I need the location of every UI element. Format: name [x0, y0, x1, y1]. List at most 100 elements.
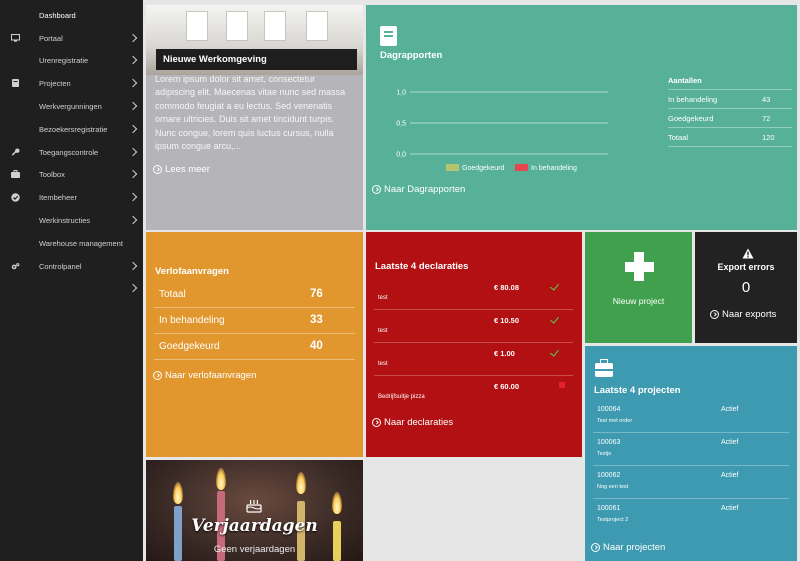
export-count: 0	[741, 279, 751, 296]
sidebar-item-label: Toegangscontrole	[39, 147, 99, 157]
sidebar-item-label: Portaal	[39, 33, 63, 43]
projects-link[interactable]: Naar projecten	[591, 542, 665, 553]
arrow-circle-icon	[153, 371, 162, 380]
sidebar-item-controlpanel[interactable]: Controlpanel	[0, 255, 143, 277]
chevron-right-icon	[128, 147, 138, 157]
news-title: Nieuwe Werkomgeving	[156, 49, 357, 70]
aantallen-value: 120	[762, 132, 775, 142]
project-row[interactable]: 100063 Actief Testje	[593, 433, 789, 466]
dagrapporten-link[interactable]: Naar Dagrapporten	[372, 184, 465, 195]
chevron-right-icon	[128, 169, 138, 179]
sidebar-item-projecten[interactable]: Projecten	[0, 72, 143, 94]
sidebar-item-bezoekersregistratie[interactable]: Bezoekersregistratie	[0, 118, 143, 140]
book-icon	[11, 79, 20, 88]
verlof-value: 40	[310, 340, 323, 352]
read-more-label: Lees meer	[165, 164, 210, 175]
legend-swatch	[515, 164, 528, 171]
export-tile: Export errors 0 Naar exports	[695, 232, 797, 343]
declaratie-amount: € 80.08	[494, 283, 520, 292]
projects-link-label: Naar projecten	[603, 542, 666, 553]
new-project-button[interactable]: Nieuw project	[585, 232, 692, 343]
arrow-circle-icon	[591, 543, 600, 552]
cake-icon	[246, 500, 262, 513]
declaratie-row[interactable]: € 10.50 test	[374, 310, 573, 343]
sidebar-item-werkinstructies[interactable]: Werkinstructies	[0, 209, 143, 231]
verlof-label: In behandeling	[159, 315, 225, 326]
declaratie-amount: € 60.00	[494, 382, 520, 391]
sidebar-item-werkvergunningen[interactable]: Werkvergunningen	[0, 95, 143, 117]
declaratie-row[interactable]: € 1.00 test	[374, 343, 573, 376]
declaratie-row[interactable]: € 60.00 Bedrijfsuitje pizza	[374, 376, 573, 409]
arrow-circle-icon	[372, 185, 381, 194]
new-project-label: Nieuw project	[612, 296, 665, 306]
chart-grid: 1,0 0,5 0,0	[396, 90, 608, 159]
sidebar-item-label: Itembeheer	[39, 192, 77, 202]
declaratie-row[interactable]: € 80.08 test	[374, 277, 573, 310]
project-number: 100063	[597, 439, 621, 446]
aantallen-value: 43	[762, 94, 771, 104]
project-row[interactable]: 100061 Actief Testproject 2	[593, 499, 789, 532]
sidebar-item-portaal[interactable]: Portaal	[0, 27, 143, 49]
sidebar-item-urenregistratie[interactable]: Urenregistratie	[0, 49, 143, 71]
chart-legend: Goedgekeurd In behandeling	[446, 164, 577, 172]
monitor-icon	[11, 34, 20, 43]
exports-link[interactable]: Naar exports	[710, 309, 776, 320]
sidebar-item-label: Dashboard	[39, 10, 76, 20]
project-number: 100064	[597, 406, 621, 413]
aantallen-row: Totaal 120	[668, 128, 792, 147]
sidebar-item-more[interactable]	[0, 277, 143, 299]
verlof-row: Totaal 76	[154, 282, 355, 308]
project-status: Actief	[721, 439, 739, 446]
declaratie-desc: Bedrijfsuitje pizza	[378, 394, 425, 400]
declaraties-link[interactable]: Naar declaraties	[372, 417, 453, 428]
aantallen-label: In behandeling	[668, 94, 718, 104]
dagrapporten-chart: 1,0 0,5 0,0 Goedgekeurd In behandeling	[396, 90, 608, 172]
book-icon	[380, 26, 397, 46]
arrow-circle-icon	[372, 418, 381, 427]
aantallen-label: Totaal	[668, 132, 689, 142]
declaratie-desc: test	[378, 295, 388, 301]
verlof-link[interactable]: Naar verlofaanvragen	[153, 370, 256, 381]
sidebar-item-label: Urenregistratie	[39, 55, 89, 65]
news-tile: Nieuwe Werkomgeving Lorem ipsum dolor si…	[146, 5, 363, 230]
chevron-right-icon	[128, 55, 138, 65]
sidebar-item-label: Warehouse management	[39, 238, 123, 248]
sidebar-item-warehouse-management[interactable]: Warehouse management	[0, 232, 143, 254]
sidebar-item-label: Bezoekersregistratie	[39, 124, 108, 134]
declaratie-desc: test	[378, 361, 388, 367]
briefcase-icon	[11, 170, 20, 179]
declaraties-title: Laatste 4 declaraties	[375, 261, 469, 272]
declaraties-tile: Laatste 4 declaraties € 80.08 test € 10.…	[366, 232, 582, 457]
aantallen-table: Aantallen In behandeling 43 Goedgekeurd …	[668, 71, 792, 147]
project-status: Actief	[721, 472, 739, 479]
aantallen-row: In behandeling 43	[668, 90, 792, 109]
aantallen-value: 72	[762, 113, 771, 123]
sidebar-item-itembeheer[interactable]: Itembeheer	[0, 186, 143, 208]
verlof-title: Verlofaanvragen	[155, 266, 229, 277]
dagrapporten-link-label: Naar Dagrapporten	[384, 184, 466, 195]
read-more-link[interactable]: Lees meer	[153, 164, 210, 175]
chevron-right-icon	[128, 261, 138, 271]
sidebar: Dashboard Portaal Urenregistratie Projec…	[0, 0, 143, 561]
sidebar-item-toegangscontrole[interactable]: Toegangscontrole	[0, 141, 143, 163]
project-row[interactable]: 100064 Actief Test met order	[593, 400, 789, 433]
arrow-circle-icon	[710, 310, 719, 319]
verlof-value: 76	[310, 288, 323, 300]
project-status: Actief	[721, 505, 739, 512]
verlof-link-label: Naar verlofaanvragen	[165, 370, 257, 381]
birthdays-title: Verjaardagen	[191, 516, 318, 536]
sidebar-item-toolbox[interactable]: Toolbox	[0, 163, 143, 185]
chevron-right-icon	[128, 33, 138, 43]
legend-label: Goedgekeurd	[462, 165, 505, 172]
project-number: 100062	[597, 472, 621, 479]
aantallen-header: Aantallen	[668, 75, 702, 85]
check-icon	[550, 281, 559, 291]
sidebar-item-dashboard[interactable]: Dashboard	[0, 4, 143, 26]
chevron-right-icon	[128, 215, 138, 225]
project-row[interactable]: 100062 Actief Nog een test	[593, 466, 789, 499]
verlof-label: Goedgekeurd	[159, 341, 220, 352]
projects-tile: Laatste 4 projecten 100064 Actief Test m…	[585, 346, 797, 561]
projects-title: Laatste 4 projecten	[594, 385, 681, 396]
birthdays-tile: Verjaardagen Geen verjaardagen	[146, 460, 363, 561]
news-body: Lorem ipsum dolor sit amet, consectetur …	[155, 74, 346, 152]
